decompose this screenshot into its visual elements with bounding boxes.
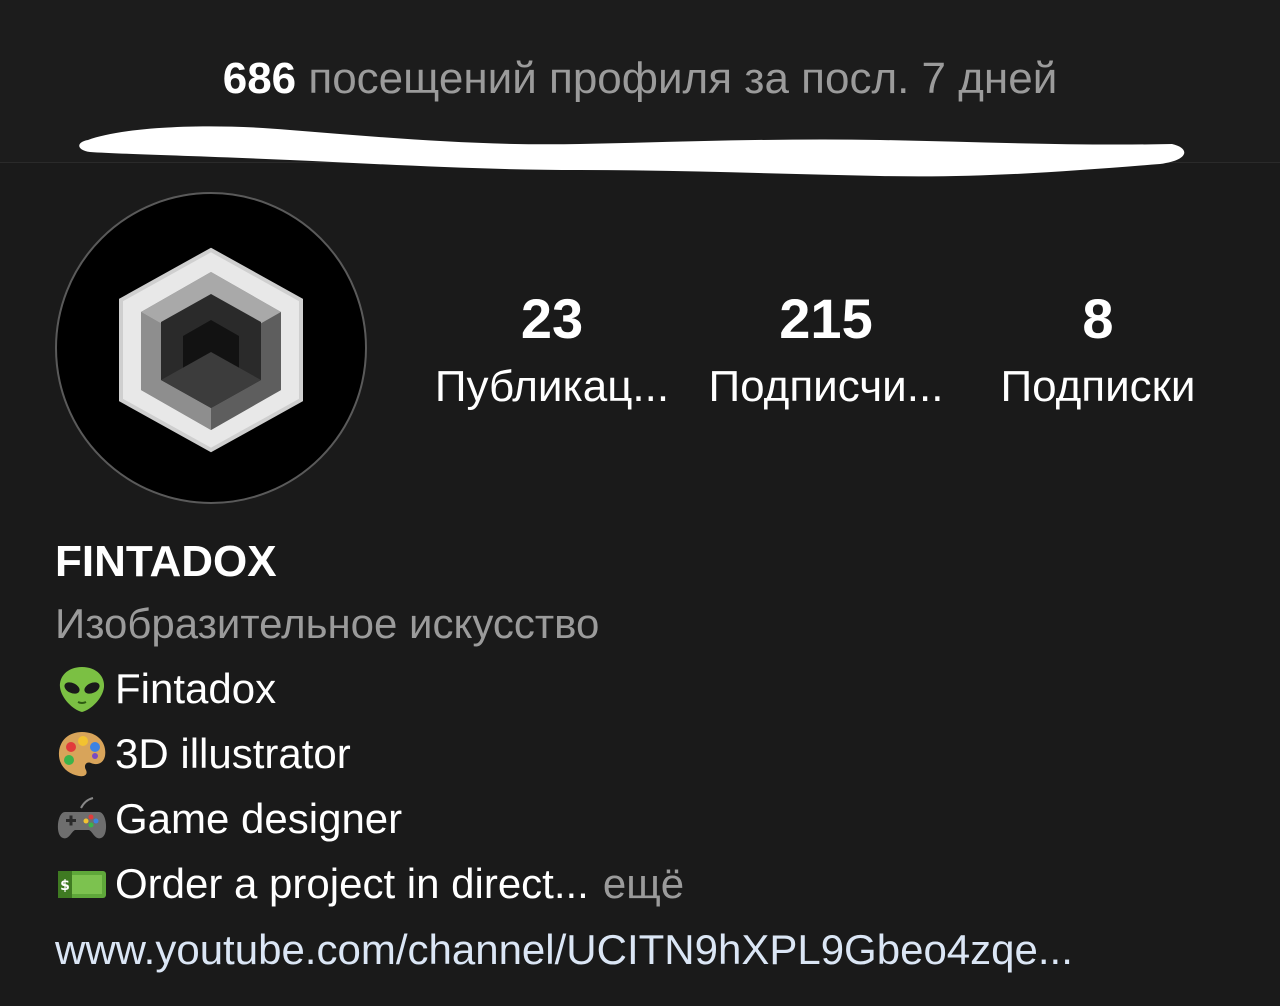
profile-name: FINTADOX — [55, 537, 277, 586]
profile-bio: FINTADOX Изобразительное искусство Finta… — [55, 532, 1235, 982]
bio-line: Game designer — [55, 786, 1235, 851]
bio-line-text: Order a project in direct... — [115, 860, 589, 907]
profile-visits-text[interactable]: 686 посещений профиля за посл. 7 дней — [0, 52, 1280, 106]
svg-text:$: $ — [60, 878, 70, 894]
stat-following[interactable]: 8 Подписки — [968, 284, 1228, 414]
stat-following-label: Подписки — [1000, 362, 1196, 411]
bio-line: 3D illustrator — [55, 721, 1235, 786]
artist-palette-emoji-icon — [58, 731, 106, 776]
stat-posts[interactable]: 23 Публикац... — [420, 284, 684, 414]
profile-website-link[interactable]: www.youtube.com/channel/UCITN9hXPL9Gbeo4… — [55, 918, 1235, 982]
profile-visits-label: посещений профиля за посл. 7 дней — [308, 54, 1058, 103]
cube-logo-icon — [119, 247, 303, 453]
stat-following-value: 8 — [1082, 287, 1114, 350]
bio-more-link[interactable]: ещё — [603, 851, 684, 916]
bio-line-text: Fintadox — [115, 665, 277, 712]
game-controller-emoji-icon — [57, 796, 107, 838]
bio-line: Fintadox — [55, 656, 1235, 721]
stat-followers-value: 215 — [779, 287, 873, 350]
dollar-banknote-emoji-icon: $ — [58, 870, 106, 898]
profile-avatar[interactable] — [55, 192, 367, 504]
profile-visits-count: 686 — [222, 54, 297, 103]
bio-line: $ Order a project in direct... ещё — [55, 851, 1235, 916]
stat-followers[interactable]: 215 Подписчи... — [694, 284, 958, 414]
bio-line-text: Game designer — [115, 795, 403, 842]
stat-posts-value: 23 — [520, 287, 584, 350]
bio-line-text: 3D illustrator — [115, 730, 351, 777]
alien-emoji-icon — [59, 666, 105, 712]
stat-followers-label: Подписчи... — [708, 362, 944, 411]
stat-posts-label: Публикац... — [434, 362, 670, 411]
profile-category: Изобразительное искусство — [55, 600, 600, 647]
